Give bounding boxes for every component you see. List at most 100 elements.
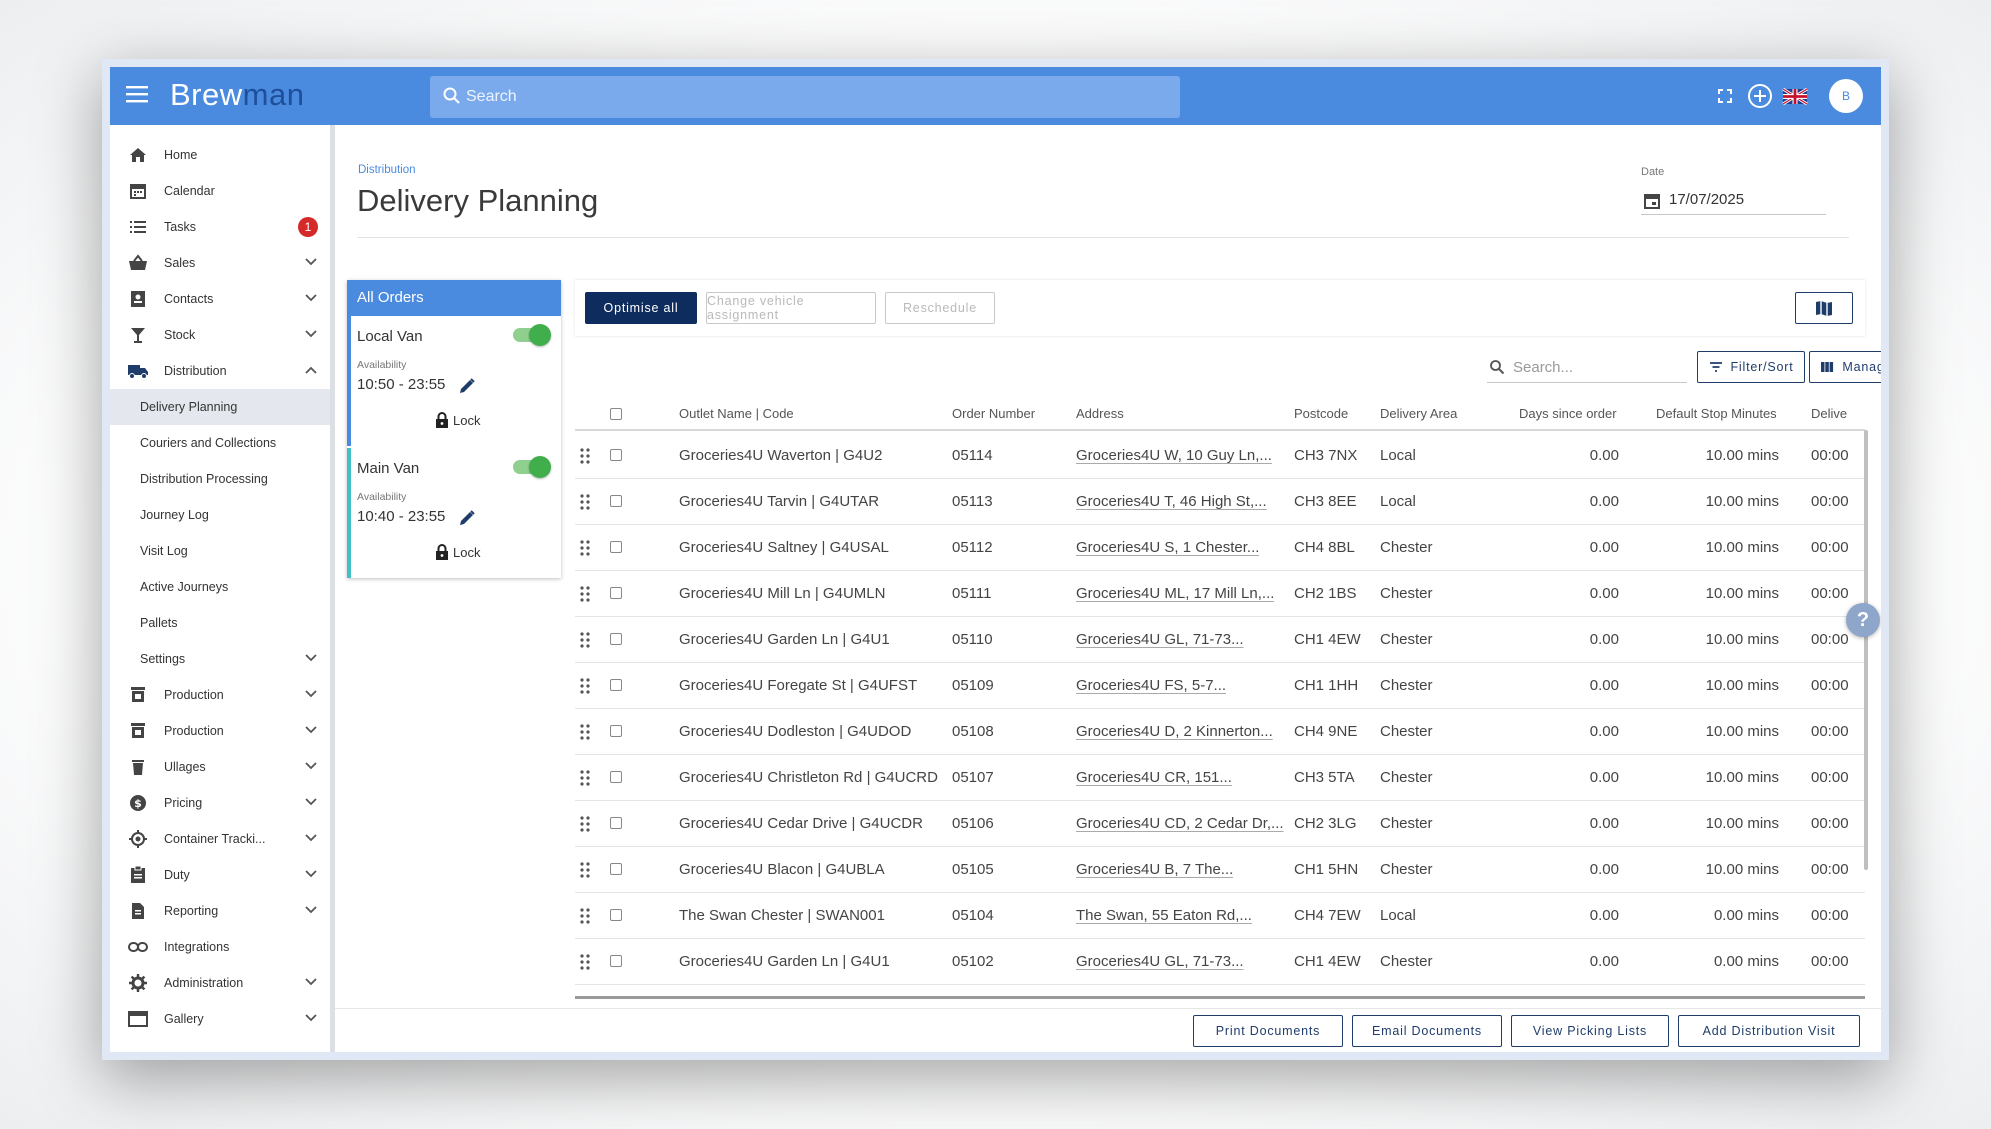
drag-handle-icon[interactable] bbox=[580, 631, 590, 649]
row-checkbox[interactable] bbox=[610, 449, 622, 461]
row-checkbox[interactable] bbox=[610, 587, 622, 599]
table-row[interactable]: The Swan Chester | SWAN001 05104 The Swan,… bbox=[575, 893, 1865, 939]
filter-sort-button[interactable]: Filter/Sort bbox=[1697, 351, 1805, 383]
change-vehicle-assignment-button[interactable]: Change vehicle assignment bbox=[706, 292, 876, 324]
global-search-input[interactable] bbox=[466, 76, 1156, 118]
address-cell[interactable]: Groceries4U T, 46 High St,... bbox=[1076, 479, 1267, 525]
sidebar-item-distribution-processing[interactable]: Distribution Processing bbox=[110, 461, 330, 497]
drag-handle-icon[interactable] bbox=[580, 585, 590, 603]
lock-button[interactable]: Lock bbox=[435, 544, 480, 560]
sidebar-item-visit-log[interactable]: Visit Log bbox=[110, 533, 330, 569]
drag-handle-icon[interactable] bbox=[580, 953, 590, 971]
table-row[interactable]: Groceries4U Christleton Rd | G4UCRD 05107… bbox=[575, 755, 1865, 801]
address-cell[interactable]: Groceries4U FS, 5-7... bbox=[1076, 663, 1226, 709]
vehicle-enabled-toggle[interactable] bbox=[513, 456, 551, 478]
sidebar-item-sales[interactable]: Sales bbox=[110, 245, 330, 281]
sidebar-item-administration[interactable]: Administration bbox=[110, 965, 330, 1001]
sidebar-item-tasks[interactable]: Tasks 1 bbox=[110, 209, 330, 245]
edit-pencil-icon[interactable] bbox=[457, 376, 477, 396]
sidebar-item-delivery-planning[interactable]: Delivery Planning bbox=[110, 389, 330, 425]
row-checkbox[interactable] bbox=[610, 541, 622, 553]
sidebar-item-container-tracking[interactable]: Container Tracki... bbox=[110, 821, 330, 857]
table-row[interactable]: Groceries4U Mill Ln | G4UMLN 05111 Groceri… bbox=[575, 571, 1865, 617]
view-picking-lists-button[interactable]: View Picking Lists bbox=[1511, 1015, 1669, 1047]
column-header-outlet[interactable]: Outlet Name | Code bbox=[679, 397, 794, 431]
sidebar-item-duty[interactable]: Duty bbox=[110, 857, 330, 893]
help-button[interactable]: ? bbox=[1846, 603, 1880, 637]
sidebar-item-pallets[interactable]: Pallets bbox=[110, 605, 330, 641]
row-checkbox[interactable] bbox=[610, 679, 622, 691]
sidebar-item-contacts[interactable]: Contacts bbox=[110, 281, 330, 317]
sidebar-item-pricing[interactable]: $ Pricing bbox=[110, 785, 330, 821]
address-cell[interactable]: Groceries4U CD, 2 Cedar Dr,... bbox=[1076, 801, 1284, 847]
date-picker[interactable]: 17/07/2025 bbox=[1641, 187, 1826, 215]
hamburger-menu-icon[interactable] bbox=[124, 83, 150, 109]
drag-handle-icon[interactable] bbox=[580, 907, 590, 925]
print-documents-button[interactable]: Print Documents bbox=[1193, 1015, 1343, 1047]
column-header-delivery-area[interactable]: Delivery Area bbox=[1380, 397, 1457, 431]
drag-handle-icon[interactable] bbox=[580, 677, 590, 695]
column-header-delivery[interactable]: Delive bbox=[1811, 397, 1847, 431]
row-checkbox[interactable] bbox=[610, 771, 622, 783]
sidebar-item-production-2[interactable]: Production bbox=[110, 713, 330, 749]
drag-handle-icon[interactable] bbox=[580, 539, 590, 557]
address-cell[interactable]: Groceries4U S, 1 Chester... bbox=[1076, 525, 1259, 571]
optimise-all-button[interactable]: Optimise all bbox=[585, 292, 697, 324]
add-circle-icon[interactable] bbox=[1745, 81, 1775, 111]
vehicle-card[interactable]: Main Van Availability 10:40 - 23:55 Lock bbox=[347, 448, 561, 578]
calendar-icon[interactable] bbox=[1643, 192, 1661, 210]
table-row[interactable]: Groceries4U Blacon | G4UBLA 05105 Grocerie… bbox=[575, 847, 1865, 893]
add-distribution-visit-button[interactable]: Add Distribution Visit bbox=[1678, 1015, 1860, 1047]
row-checkbox[interactable] bbox=[610, 495, 622, 507]
app-logo[interactable]: Brewman bbox=[170, 77, 304, 113]
table-row[interactable]: Groceries4U Foregate St | G4UFST 05109 Gro… bbox=[575, 663, 1865, 709]
sidebar-item-integrations[interactable]: Integrations bbox=[110, 929, 330, 965]
sidebar-item-settings[interactable]: Settings bbox=[110, 641, 330, 677]
column-header-days-since-order[interactable]: Days since order bbox=[1519, 397, 1617, 431]
address-cell[interactable]: Groceries4U CR, 151... bbox=[1076, 755, 1232, 801]
sidebar-item-gallery[interactable]: Gallery bbox=[110, 1001, 330, 1037]
vehicle-enabled-toggle[interactable] bbox=[513, 324, 551, 346]
address-cell[interactable]: Groceries4U B, 7 The... bbox=[1076, 847, 1233, 893]
fullscreen-icon[interactable] bbox=[1710, 81, 1740, 111]
all-orders-tab[interactable]: All Orders bbox=[347, 280, 561, 316]
reschedule-button[interactable]: Reschedule bbox=[885, 292, 995, 324]
column-header-address[interactable]: Address bbox=[1076, 397, 1124, 431]
row-checkbox[interactable] bbox=[610, 955, 622, 967]
sidebar-item-calendar[interactable]: Calendar bbox=[110, 173, 330, 209]
address-cell[interactable]: Groceries4U D, 2 Kinnerton... bbox=[1076, 709, 1273, 755]
table-row[interactable]: Groceries4U Garden Ln | G4U1 05110 Groceri… bbox=[575, 617, 1865, 663]
drag-handle-icon[interactable] bbox=[580, 769, 590, 787]
email-documents-button[interactable]: Email Documents bbox=[1352, 1015, 1502, 1047]
table-vertical-scrollbar[interactable] bbox=[1864, 430, 1868, 870]
address-cell[interactable]: Groceries4U W, 10 Guy Ln,... bbox=[1076, 433, 1272, 479]
drag-handle-icon[interactable] bbox=[580, 723, 590, 741]
table-search[interactable] bbox=[1487, 351, 1687, 383]
column-header-postcode[interactable]: Postcode bbox=[1294, 397, 1348, 431]
address-cell[interactable]: Groceries4U GL, 71-73... bbox=[1076, 617, 1244, 663]
breadcrumb[interactable]: Distribution bbox=[358, 164, 416, 176]
row-checkbox[interactable] bbox=[610, 725, 622, 737]
map-view-button[interactable] bbox=[1795, 292, 1853, 324]
drag-handle-icon[interactable] bbox=[580, 493, 590, 511]
select-all-checkbox[interactable] bbox=[610, 408, 622, 420]
row-checkbox[interactable] bbox=[610, 863, 622, 875]
global-search[interactable] bbox=[430, 76, 1180, 118]
vehicle-card[interactable]: Local Van Availability 10:50 - 23:55 Loc… bbox=[347, 316, 561, 446]
sidebar-item-reporting[interactable]: Reporting bbox=[110, 893, 330, 929]
address-cell[interactable]: Groceries4U ML, 17 Mill Ln,... bbox=[1076, 571, 1274, 617]
column-header-order-number[interactable]: Order Number bbox=[952, 397, 1035, 431]
sidebar-item-couriers-collections[interactable]: Couriers and Collections bbox=[110, 425, 330, 461]
table-row[interactable]: Groceries4U Waverton | G4U2 05114 Grocerie… bbox=[575, 433, 1865, 479]
table-search-input[interactable] bbox=[1513, 355, 1683, 379]
uk-flag-icon[interactable] bbox=[1780, 81, 1810, 111]
user-avatar[interactable]: B bbox=[1829, 79, 1863, 113]
table-row[interactable]: Groceries4U Cedar Drive | G4UCDR 05106 Gro… bbox=[575, 801, 1865, 847]
address-cell[interactable]: The Swan, 55 Eaton Rd,... bbox=[1076, 893, 1252, 939]
column-header-default-stop-minutes[interactable]: Default Stop Minutes bbox=[1656, 397, 1777, 431]
manage-columns-button[interactable]: Manage Columns bbox=[1809, 351, 1881, 383]
sidebar-item-active-journeys[interactable]: Active Journeys bbox=[110, 569, 330, 605]
sidebar-item-ullages[interactable]: Ullages bbox=[110, 749, 330, 785]
drag-handle-icon[interactable] bbox=[580, 861, 590, 879]
table-row[interactable]: Groceries4U Dodleston | G4UDOD 05108 Groce… bbox=[575, 709, 1865, 755]
